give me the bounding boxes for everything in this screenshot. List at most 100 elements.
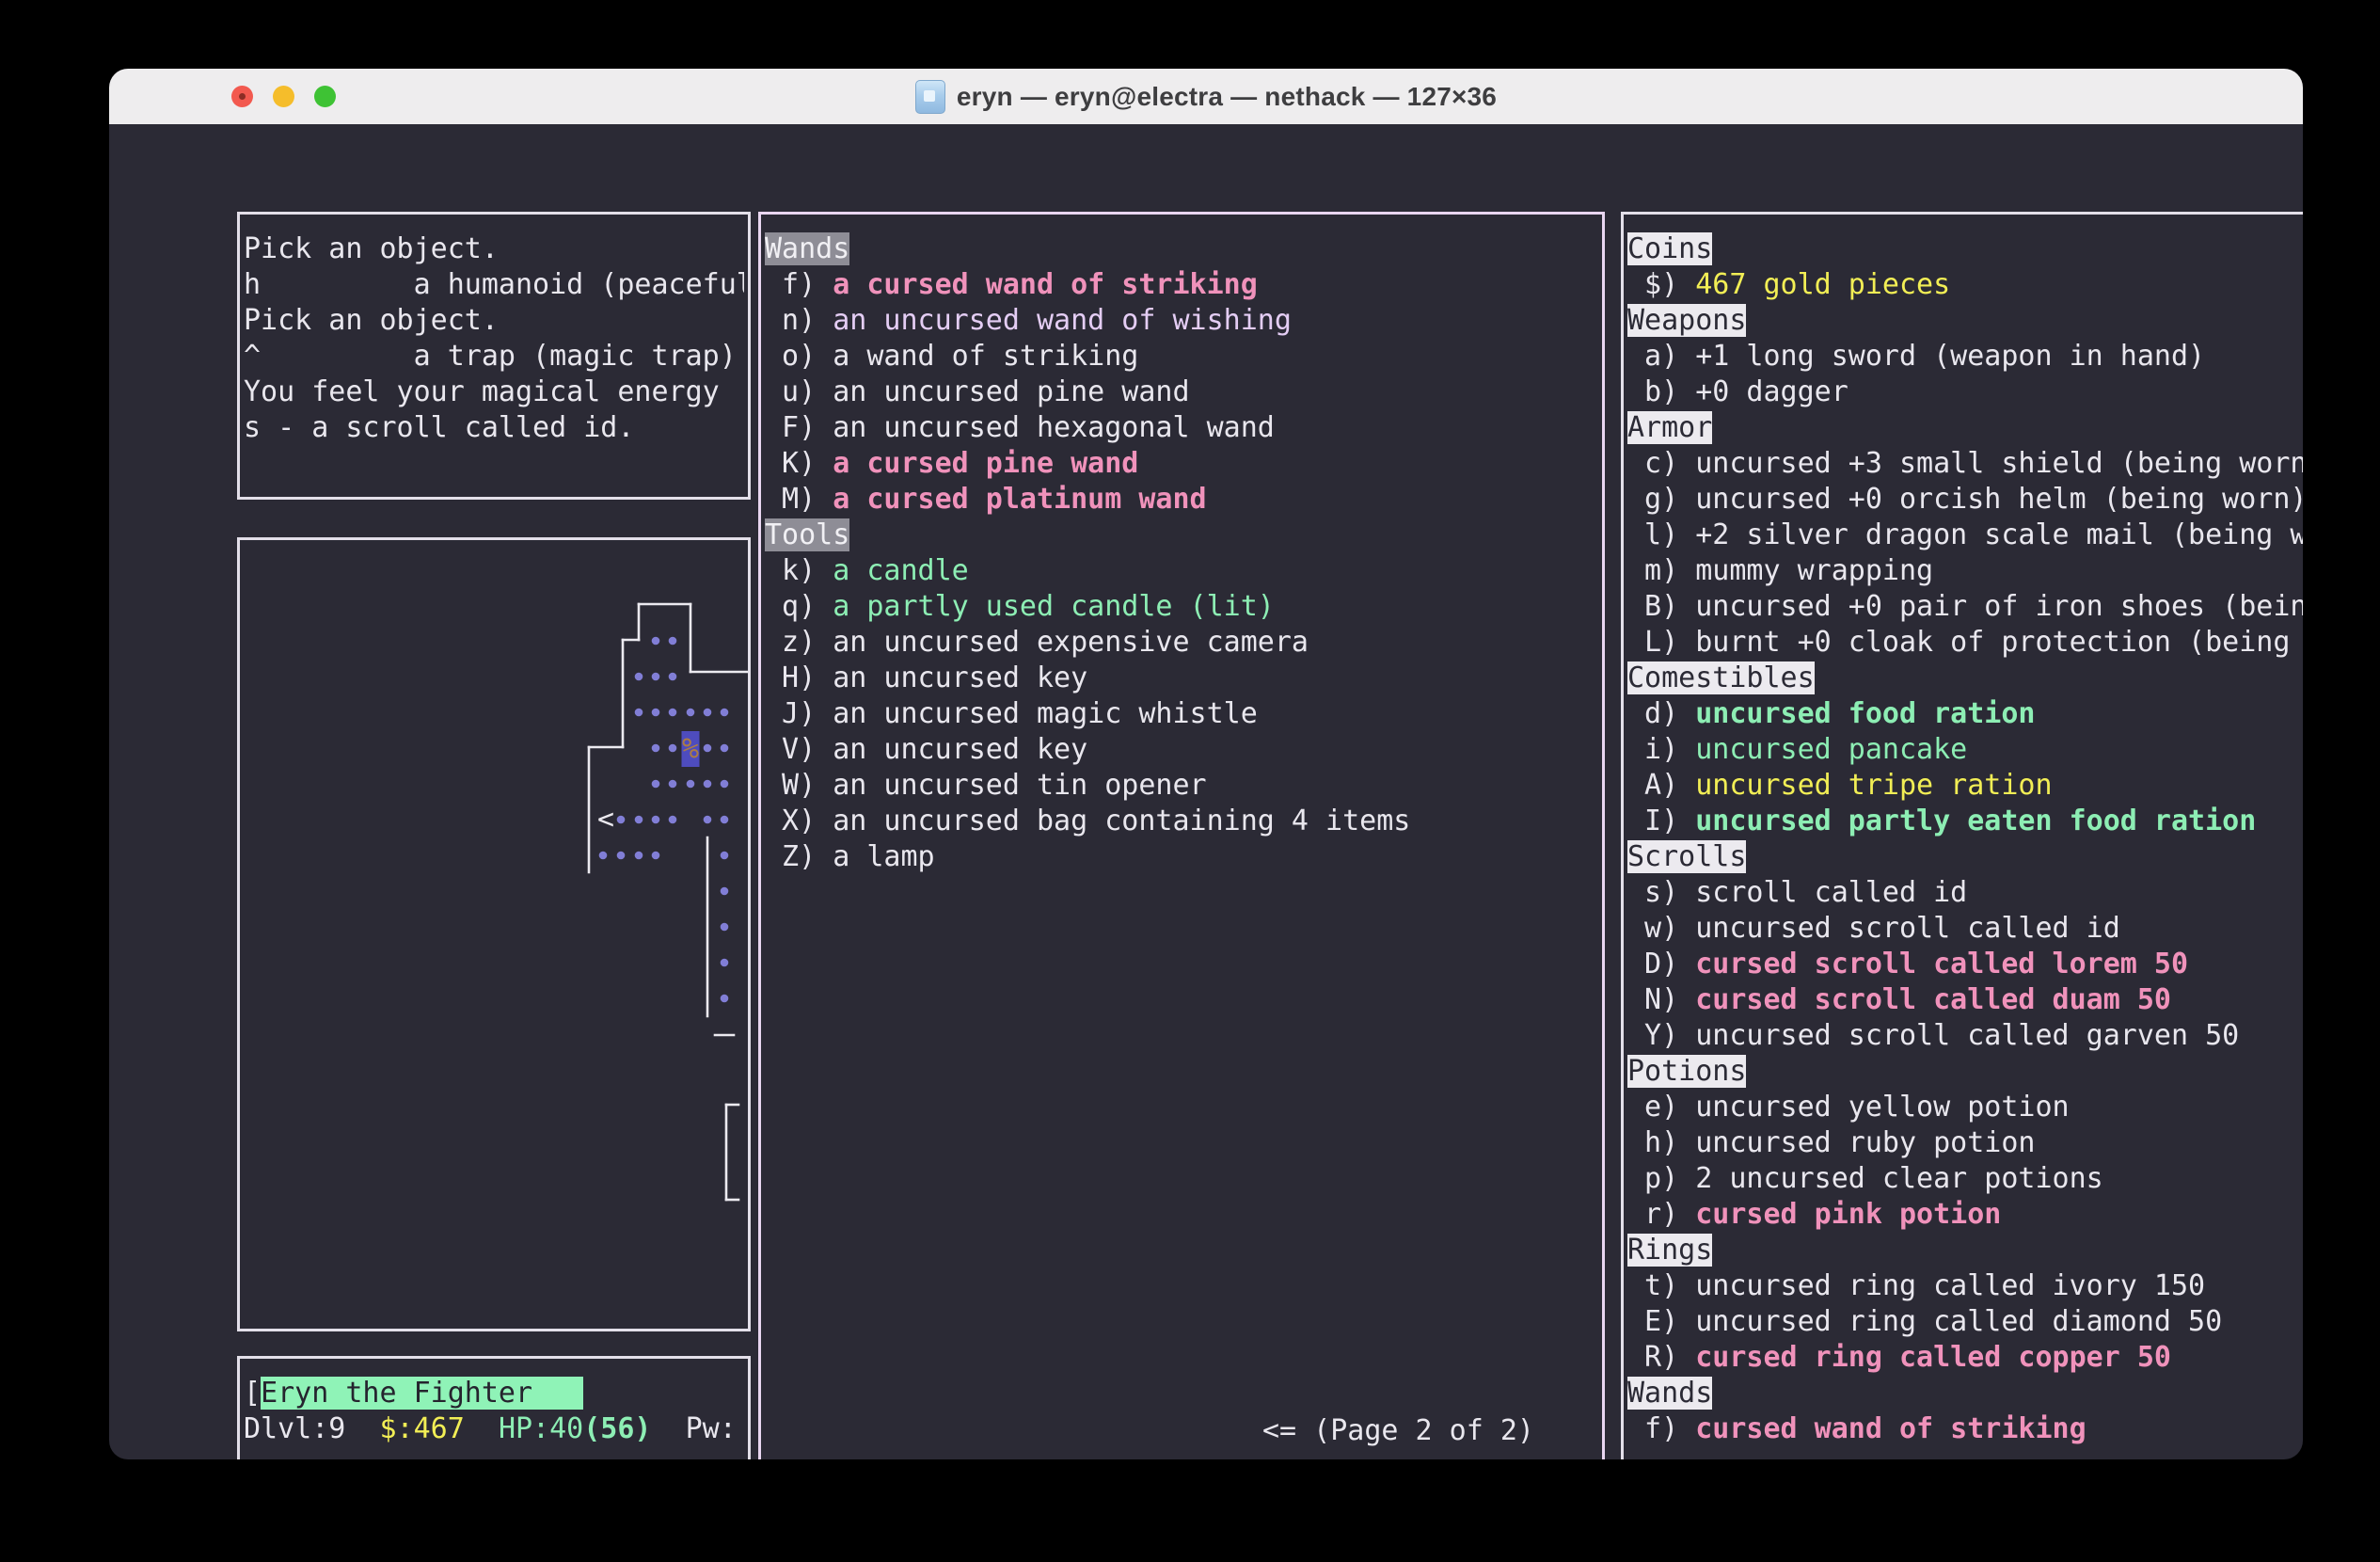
- terminal-document-icon: [915, 80, 945, 114]
- menu-item-A[interactable]: A) uncursed tripe ration: [1627, 768, 2303, 804]
- close-button[interactable]: [231, 86, 253, 107]
- item-letter: r): [1627, 1198, 1695, 1231]
- item-description: an uncursed hexagonal wand: [833, 411, 1275, 444]
- item-letter: p): [1627, 1162, 1695, 1195]
- menu-item-X[interactable]: X) an uncursed bag containing 4 items: [765, 804, 1598, 839]
- menu-header: Potions: [1627, 1054, 2303, 1090]
- menu-item-D[interactable]: D) cursed scroll called lorem 50: [1627, 947, 2303, 982]
- menu-item-k[interactable]: k) a candle: [765, 553, 1598, 589]
- menu-item-L[interactable]: L) burnt +0 cloak of protection (being w…: [1627, 625, 2303, 661]
- item-description: an uncursed bag containing 4 items: [833, 805, 1410, 837]
- menu-item-c[interactable]: c) uncursed +3 small shield (being worn): [1627, 446, 2303, 482]
- menu-item-I[interactable]: I) uncursed partly eaten food ration: [1627, 804, 2303, 839]
- message-line: You feel your magical energy: [244, 375, 744, 410]
- item-description: a cursed wand of striking: [833, 268, 1258, 301]
- floor-dot: [635, 852, 643, 860]
- menu-item-b[interactable]: b) +0 dagger: [1627, 375, 2303, 410]
- titlebar[interactable]: eryn — eryn@electra — nethack — 127×36: [109, 69, 2303, 124]
- item-letter: s): [1627, 876, 1695, 909]
- menu-item-Z[interactable]: Z) a lamp: [765, 839, 1598, 875]
- menu-item-B[interactable]: B) uncursed +0 pair of iron shoes (being…: [1627, 589, 2303, 625]
- menu-item-h[interactable]: h) uncursed ruby potion: [1627, 1125, 2303, 1161]
- item-description: uncursed ring called diamond 50: [1695, 1305, 2222, 1338]
- item-description: uncursed pancake: [1695, 733, 1967, 766]
- item-description: a candle: [833, 554, 969, 587]
- item-letter: W): [765, 769, 833, 802]
- item-letter: c): [1627, 447, 1695, 480]
- floor-dot: [652, 744, 660, 753]
- floor-dot: [704, 816, 712, 824]
- item-letter: t): [1627, 1269, 1695, 1302]
- menu-item-N[interactable]: N) cursed scroll called duam 50: [1627, 982, 2303, 1018]
- menu-item-K[interactable]: K) a cursed pine wand: [765, 446, 1598, 482]
- menu-item-Y[interactable]: Y) uncursed scroll called garven 50: [1627, 1018, 2303, 1054]
- menu-item-q[interactable]: q) a partly used candle (lit): [765, 589, 1598, 625]
- menu-item-i[interactable]: i) uncursed pancake: [1627, 732, 2303, 768]
- menu-item-H[interactable]: H) an uncursed key: [765, 661, 1598, 696]
- menu-item-V[interactable]: V) an uncursed key: [765, 732, 1598, 768]
- minimize-button[interactable]: [273, 86, 294, 107]
- floor-dot: [721, 995, 729, 1003]
- page2-rows: Wands f) a cursed wand of striking n) an…: [765, 231, 1598, 875]
- menu-item-E[interactable]: E) uncursed ring called diamond 50: [1627, 1304, 2303, 1340]
- item-description: an uncursed wand of wishing: [833, 304, 1292, 337]
- item-description: a cursed platinum wand: [833, 483, 1206, 516]
- item-description: uncursed ruby potion: [1695, 1126, 2035, 1159]
- item-description: uncursed food ration: [1695, 697, 2035, 730]
- item-description: a partly used candle (lit): [833, 590, 1275, 623]
- menu-item-e[interactable]: e) uncursed yellow potion: [1627, 1090, 2303, 1125]
- status-field: [345, 1412, 379, 1445]
- floor-dot: [599, 852, 608, 860]
- message-line: h a humanoid (peaceful: [244, 267, 744, 303]
- item-description: +2 silver dragon scale mail (being worn): [1695, 518, 2303, 551]
- staircase-up-glyph[interactable]: <: [597, 804, 614, 837]
- menu-item-u[interactable]: u) an uncursed pine wand: [765, 375, 1598, 410]
- menu-item-a[interactable]: a) +1 long sword (weapon in hand): [1627, 339, 2303, 375]
- menu-item-W[interactable]: W) an uncursed tin opener: [765, 768, 1598, 804]
- menu-item-f[interactable]: f) a cursed wand of striking: [765, 267, 1598, 303]
- zoom-button[interactable]: [314, 86, 336, 107]
- character-name-highlight: Eryn the Fighter: [261, 1377, 583, 1410]
- menu-item-g[interactable]: g) uncursed +0 orcish helm (being worn): [1627, 482, 2303, 518]
- menu-item-M[interactable]: M) a cursed platinum wand: [765, 482, 1598, 518]
- menu-header-label: Armor: [1627, 411, 1712, 444]
- floor-dot: [721, 709, 729, 717]
- menu-header-label: Comestibles: [1627, 661, 1815, 694]
- menu-item-m[interactable]: m) mummy wrapping: [1627, 553, 2303, 589]
- menu-header-label: Weapons: [1627, 304, 1746, 337]
- item-letter: E): [1627, 1305, 1695, 1338]
- floor-dot: [669, 709, 677, 717]
- item-letter: R): [1627, 1341, 1695, 1374]
- item-letter: k): [765, 554, 833, 587]
- menu-item-n[interactable]: n) an uncursed wand of wishing: [765, 303, 1598, 339]
- food-object-glyph[interactable]: %: [682, 733, 699, 766]
- page-indicator[interactable]: <= (Page 2 of 2): [1262, 1413, 1534, 1449]
- menu-item-R[interactable]: R) cursed ring called copper 50: [1627, 1340, 2303, 1376]
- floor-dot: [669, 673, 677, 681]
- menu-item-z[interactable]: z) an uncursed expensive camera: [765, 625, 1598, 661]
- floor-dot: [652, 709, 660, 717]
- item-letter: h): [1627, 1126, 1695, 1159]
- menu-header-label: Scrolls: [1627, 840, 1746, 873]
- menu-item-l[interactable]: l) +2 silver dragon scale mail (being wo…: [1627, 518, 2303, 553]
- item-letter: i): [1627, 733, 1695, 766]
- message-line: s - a scroll called id.: [244, 410, 744, 446]
- item-letter: f): [1627, 1412, 1695, 1445]
- item-description: an uncursed key: [833, 661, 1087, 694]
- floor-dot: [669, 816, 677, 824]
- item-description: a wand of striking: [833, 340, 1138, 373]
- floor-dot: [704, 780, 712, 789]
- menu-item-s[interactable]: s) scroll called id: [1627, 875, 2303, 911]
- menu-item-$[interactable]: $) 467 gold pieces: [1627, 267, 2303, 303]
- menu-item-r[interactable]: r) cursed pink potion: [1627, 1197, 2303, 1233]
- menu-item-p[interactable]: p) 2 uncursed clear potions: [1627, 1161, 2303, 1197]
- menu-item-o[interactable]: o) a wand of striking: [765, 339, 1598, 375]
- menu-item-w[interactable]: w) uncursed scroll called id: [1627, 911, 2303, 947]
- menu-item-J[interactable]: J) an uncursed magic whistle: [765, 696, 1598, 732]
- menu-item-f[interactable]: f) cursed wand of striking: [1627, 1411, 2303, 1447]
- item-description: an uncursed magic whistle: [833, 697, 1258, 730]
- menu-item-d[interactable]: d) uncursed food ration: [1627, 696, 2303, 732]
- menu-item-F[interactable]: F) an uncursed hexagonal wand: [765, 410, 1598, 446]
- item-description: a cursed pine wand: [833, 447, 1138, 480]
- menu-item-t[interactable]: t) uncursed ring called ivory 150: [1627, 1268, 2303, 1304]
